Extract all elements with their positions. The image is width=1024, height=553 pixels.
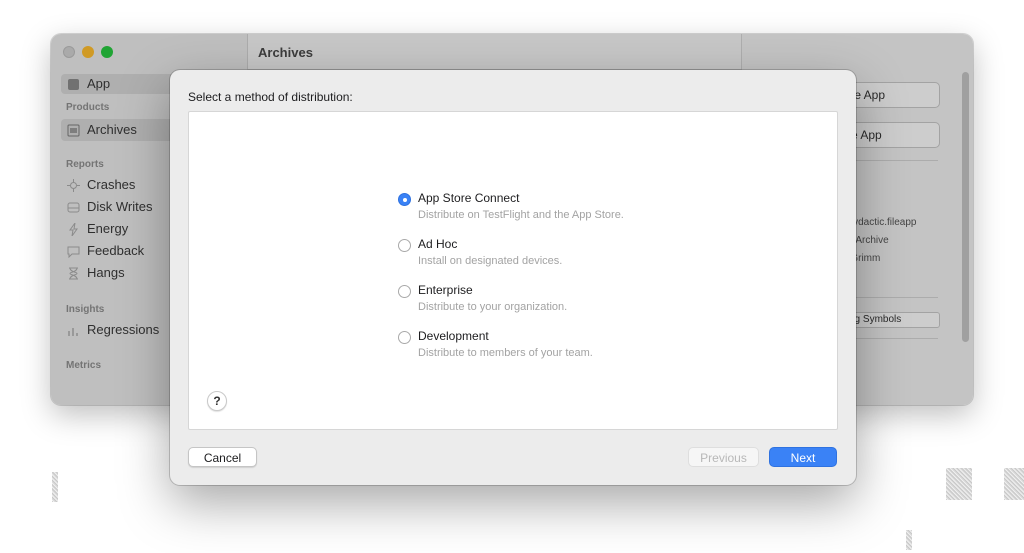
radio-app-store-connect[interactable]	[398, 193, 411, 206]
help-button[interactable]: ?	[207, 391, 227, 411]
option-title: App Store Connect	[418, 191, 520, 205]
option-description: Distribute on TestFlight and the App Sto…	[418, 209, 624, 221]
radio-development[interactable]	[398, 331, 411, 344]
screenshot-artifact	[52, 472, 58, 502]
sheet-title: Select a method of distribution:	[188, 90, 353, 104]
option-text: Enterprise Distribute to your organizati…	[418, 283, 567, 329]
option-app-store-connect[interactable]: App Store Connect Distribute on TestFlig…	[398, 191, 624, 237]
distribution-options-panel: App Store Connect Distribute on TestFlig…	[188, 111, 838, 430]
screenshot-artifact	[946, 468, 972, 500]
option-text: Development Distribute to members of you…	[418, 329, 593, 375]
option-ad-hoc[interactable]: Ad Hoc Install on designated devices.	[398, 237, 624, 283]
option-description: Distribute to members of your team.	[418, 347, 593, 359]
option-text: App Store Connect Distribute on TestFlig…	[418, 191, 624, 237]
distribution-method-group: App Store Connect Distribute on TestFlig…	[398, 191, 624, 375]
next-button[interactable]: Next	[769, 447, 837, 467]
option-title: Enterprise	[418, 283, 473, 297]
option-enterprise[interactable]: Enterprise Distribute to your organizati…	[398, 283, 624, 329]
distribution-sheet: Select a method of distribution: App Sto…	[170, 70, 856, 485]
radio-enterprise[interactable]	[398, 285, 411, 298]
option-text: Ad Hoc Install on designated devices.	[418, 237, 562, 283]
option-description: Distribute to your organization.	[418, 301, 568, 313]
radio-ad-hoc[interactable]	[398, 239, 411, 252]
option-description: Install on designated devices.	[418, 255, 563, 267]
option-title: Ad Hoc	[418, 237, 458, 251]
screenshot-artifact	[906, 530, 912, 550]
previous-button[interactable]: Previous	[688, 447, 759, 467]
option-development[interactable]: Development Distribute to members of you…	[398, 329, 624, 375]
option-title: Development	[418, 329, 489, 343]
screenshot-artifact	[1004, 468, 1024, 500]
cancel-button[interactable]: Cancel	[188, 447, 257, 467]
